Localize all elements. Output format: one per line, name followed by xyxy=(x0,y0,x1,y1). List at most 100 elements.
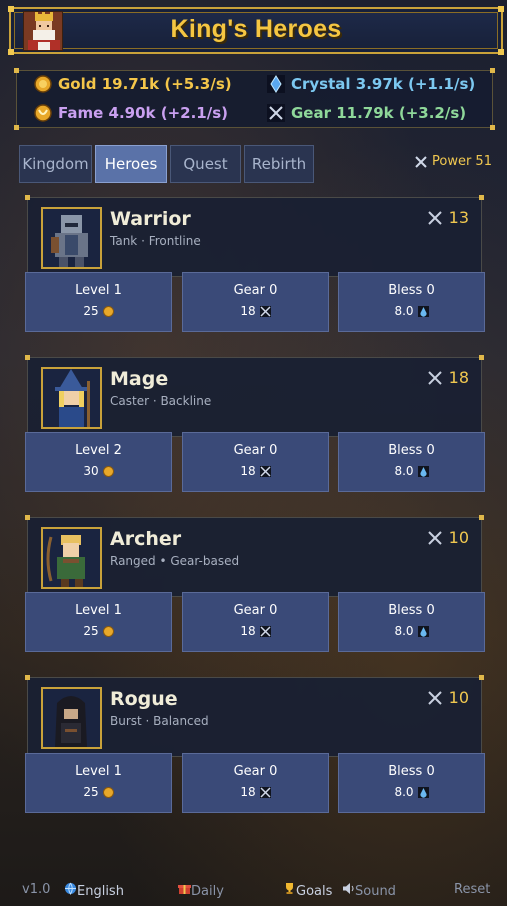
crystal-drop-icon xyxy=(417,465,429,477)
mage-gear-button[interactable]: Gear 0 18 xyxy=(182,432,329,492)
crossed-swords-icon xyxy=(259,465,271,477)
goals-label: Goals xyxy=(296,884,333,899)
rogue-level-button[interactable]: Level 1 25 xyxy=(25,753,172,813)
hero-card-mage: Mage Caster · Backline 18 xyxy=(25,355,484,437)
hero-power-value: 10 xyxy=(448,688,469,707)
resource-panel: Gold 19.71k (+5.3/s) Crystal 3.97k (+1.1… xyxy=(14,68,495,130)
crossed-swords-icon xyxy=(267,104,285,122)
gold-coin-icon xyxy=(34,75,52,93)
archer-gear-button[interactable]: Gear 0 18 xyxy=(182,592,329,652)
mage-level-button[interactable]: Level 2 30 xyxy=(25,432,172,492)
warrior-gear-button[interactable]: Gear 0 18 xyxy=(182,272,329,332)
archer-bless-button[interactable]: Bless 0 8.0 xyxy=(338,592,485,652)
gear-label: Gear 0 xyxy=(233,283,278,298)
crossed-swords-icon xyxy=(259,786,271,798)
reset-button[interactable]: Reset xyxy=(454,882,490,897)
rogue-bless-button[interactable]: Bless 0 8.0 xyxy=(338,753,485,813)
game-title: King's Heroes xyxy=(170,15,342,43)
total-power: Power 51 xyxy=(414,154,492,169)
gear-label: Gear 0 xyxy=(233,443,278,458)
crystal-drop-icon xyxy=(417,625,429,637)
crystal-drop-icon xyxy=(417,786,429,798)
bless-cost: 8.0 xyxy=(394,464,414,478)
hero-name: Warrior xyxy=(110,208,191,230)
crystal-value: Crystal 3.97k (+1.1/s) xyxy=(291,75,476,93)
sound-label: Sound xyxy=(355,884,396,899)
bless-label: Bless 0 xyxy=(388,443,435,458)
gold-resource: Gold 19.71k (+5.3/s) xyxy=(34,75,232,93)
game-screen: King's Heroes Gold 19.71k (+5.3/s) Cryst… xyxy=(0,0,507,906)
tab-kingdom[interactable]: Kingdom xyxy=(19,145,92,183)
power-swords-icon xyxy=(415,155,427,168)
hero-power-value: 18 xyxy=(448,368,469,387)
footer-bar: v1.0 English Daily Goals Sound Reset xyxy=(0,880,507,902)
crossed-swords-icon xyxy=(259,625,271,637)
level-label: Level 1 xyxy=(75,283,122,298)
gold-coin-icon xyxy=(102,625,114,637)
gear-cost: 18 xyxy=(240,464,256,478)
hero-card-warrior: Warrior Tank · Frontline 13 xyxy=(25,195,484,277)
hero-role: Tank · Frontline xyxy=(110,234,201,248)
hero-power-swords-icon xyxy=(427,530,442,545)
level-label: Level 1 xyxy=(75,764,122,779)
fame-value: Fame 4.90k (+2.1/s) xyxy=(58,104,228,122)
mage-bless-button[interactable]: Bless 0 8.0 xyxy=(338,432,485,492)
hero-power-value: 13 xyxy=(448,208,469,227)
hero-power-swords-icon xyxy=(427,370,442,385)
version-label: v1.0 xyxy=(22,882,51,897)
speaker-icon xyxy=(343,883,354,894)
warrior-level-button[interactable]: Level 1 25 xyxy=(25,272,172,332)
gear-label: Gear 0 xyxy=(233,764,278,779)
level-cost: 25 xyxy=(83,624,99,638)
gold-coin-icon xyxy=(102,305,114,317)
hero-power: 13 xyxy=(427,208,469,227)
crystal-resource: Crystal 3.97k (+1.1/s) xyxy=(267,75,475,93)
fame-resource: Fame 4.90k (+2.1/s) xyxy=(34,104,228,122)
gold-value: Gold 19.71k (+5.3/s) xyxy=(58,75,232,93)
gift-icon xyxy=(178,885,191,894)
level-cost: 25 xyxy=(83,304,99,318)
hero-role: Burst · Balanced xyxy=(110,714,209,728)
hero-power-swords-icon xyxy=(427,210,442,225)
crystal-icon xyxy=(267,75,285,93)
level-cost: 30 xyxy=(83,464,99,478)
mage-portrait-icon xyxy=(41,367,102,429)
rogue-portrait-icon xyxy=(41,687,102,749)
goals-button[interactable]: Goals xyxy=(283,882,332,899)
title-bar: King's Heroes xyxy=(8,6,504,55)
gear-cost: 18 xyxy=(240,785,256,799)
tab-heroes[interactable]: Heroes xyxy=(95,145,167,183)
level-label: Level 2 xyxy=(75,443,122,458)
level-cost: 25 xyxy=(83,785,99,799)
tab-quest[interactable]: Quest xyxy=(170,145,241,183)
hero-card-archer: Archer Ranged • Gear-based 10 xyxy=(25,515,484,597)
crossed-swords-icon xyxy=(259,305,271,317)
gold-coin-icon xyxy=(102,465,114,477)
daily-label: Daily xyxy=(191,884,224,899)
level-label: Level 1 xyxy=(75,603,122,618)
tab-rebirth[interactable]: Rebirth xyxy=(244,145,314,183)
gold-coin-icon xyxy=(102,786,114,798)
trophy-icon xyxy=(286,883,293,894)
crystal-drop-icon xyxy=(417,305,429,317)
bless-cost: 8.0 xyxy=(394,624,414,638)
sound-button[interactable]: Sound xyxy=(342,882,396,899)
power-label: Power 51 xyxy=(432,154,492,169)
hero-role: Caster · Backline xyxy=(110,394,212,408)
hero-power: 10 xyxy=(427,688,469,707)
gear-resource: Gear 11.79k (+3.2/s) xyxy=(267,104,466,122)
hero-power: 18 xyxy=(427,368,469,387)
bless-label: Bless 0 xyxy=(388,764,435,779)
gear-cost: 18 xyxy=(240,624,256,638)
rogue-gear-button[interactable]: Gear 0 18 xyxy=(182,753,329,813)
bless-label: Bless 0 xyxy=(388,603,435,618)
archer-level-button[interactable]: Level 1 25 xyxy=(25,592,172,652)
daily-button[interactable]: Daily xyxy=(178,882,224,899)
bless-cost: 8.0 xyxy=(394,785,414,799)
archer-portrait-icon xyxy=(41,527,102,589)
language-button[interactable]: English xyxy=(64,882,124,899)
warrior-bless-button[interactable]: Bless 0 8.0 xyxy=(338,272,485,332)
hero-card-rogue: Rogue Burst · Balanced 10 xyxy=(25,675,484,757)
hero-role: Ranged • Gear-based xyxy=(110,554,240,568)
gear-value: Gear 11.79k (+3.2/s) xyxy=(291,104,467,122)
